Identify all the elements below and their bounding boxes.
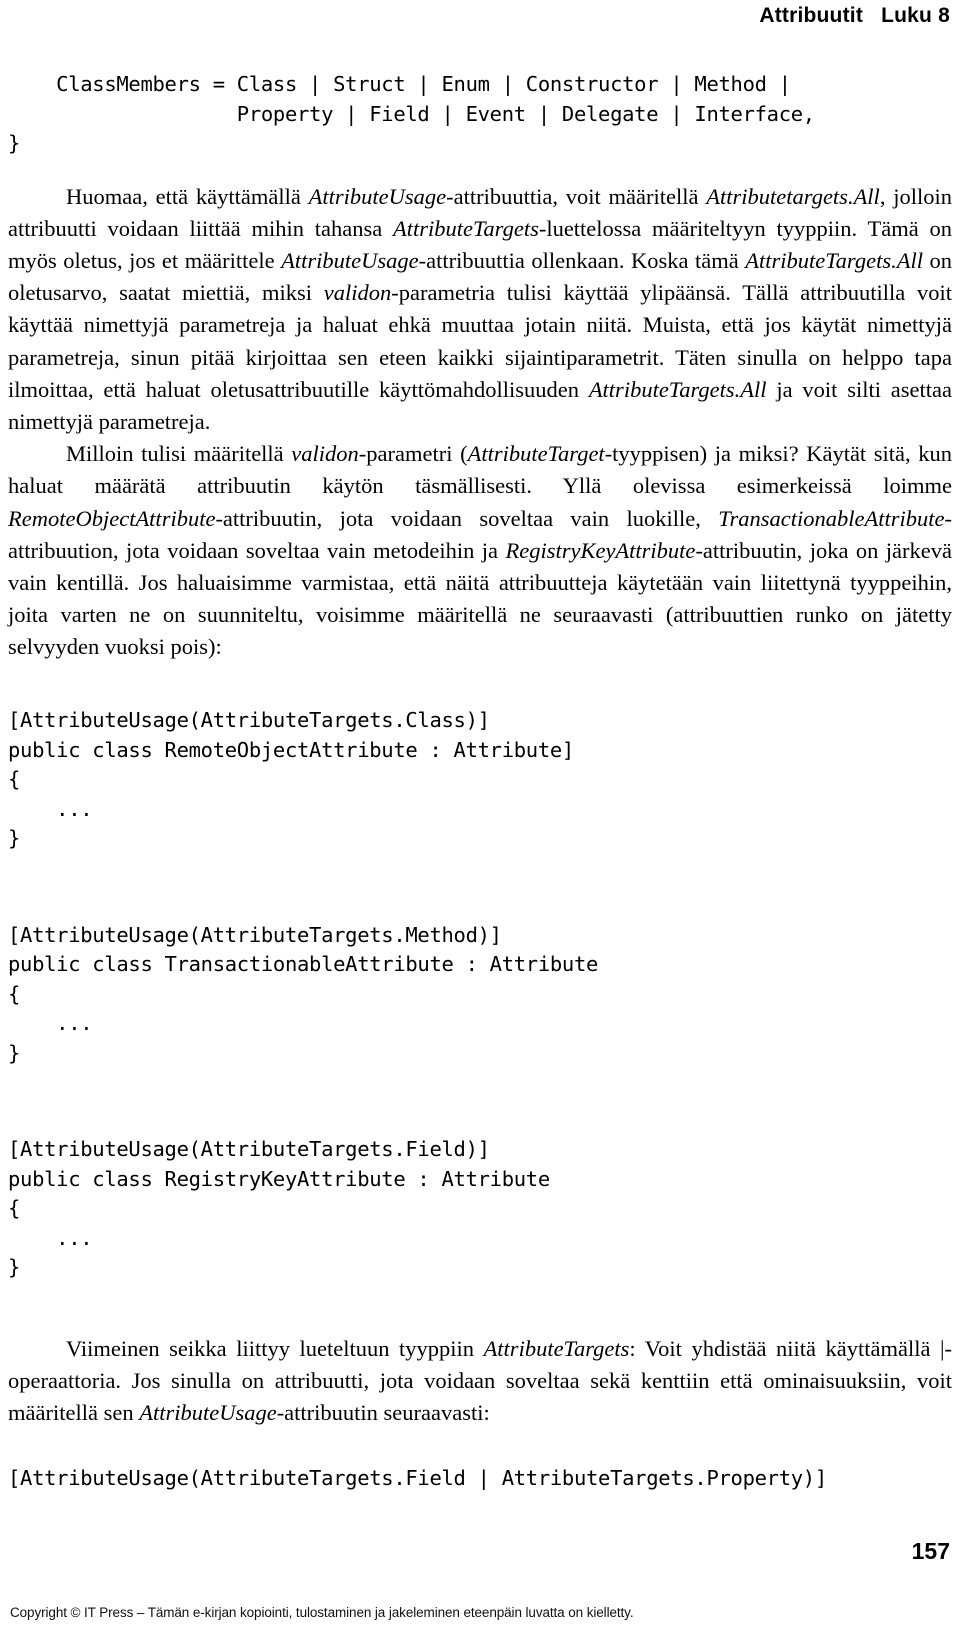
text-run: -attribuuttia ollenkaan. Koska tämä <box>418 247 746 273</box>
text-run: -attribuutin seuraavasti: <box>276 1400 490 1426</box>
emphasis-validon-2: validon <box>291 441 359 467</box>
emphasis-remoteobjectattribute: RemoteObjectAttribute <box>8 505 216 531</box>
code-block-combined-targets: [AttributeUsage(AttributeTargets.Field |… <box>8 1466 827 1491</box>
copyright-footer: Copyright © IT Press – Tämän e-kirjan ko… <box>10 1605 634 1620</box>
emphasis-transactionableattribute: TransactionableAttribute <box>718 505 945 531</box>
emphasis-attributeusage: AttributeUsage <box>308 183 447 209</box>
text-run: -attribuuttia, voit määritellä <box>446 183 707 209</box>
emphasis-validon: validon <box>323 280 392 306</box>
emphasis-attributetargets: AttributeTargets <box>392 215 539 241</box>
paragraph-validon-parameter: Milloin tulisi määritellä validon-parame… <box>8 438 952 663</box>
code-block-transactionableattribute: [AttributeUsage(AttributeTargets.Method)… <box>8 922 599 1065</box>
running-head: Attribuutit Luku 8 <box>759 4 950 27</box>
paragraph-attributeusage-overview: Huomaa, että käyttämällä AttributeUsage-… <box>8 181 952 439</box>
page-content: ClassMembers = Class | Struct | Enum | C… <box>8 70 952 1514</box>
code-block-remoteobjectattribute: [AttributeUsage(AttributeTargets.Class)]… <box>8 708 574 851</box>
emphasis-attributeusage-3: AttributeUsage <box>139 1400 277 1426</box>
text-run: Milloin tulisi määritellä <box>66 441 292 467</box>
emphasis-attributeusage-2: AttributeUsage <box>281 247 419 273</box>
emphasis-attributetargets-3: AttributeTargets <box>483 1336 630 1362</box>
text-run: Viimeinen seikka liittyy lueteltuun tyyp… <box>66 1336 484 1362</box>
code-block-registrykeyattribute: [AttributeUsage(AttributeTargets.Field)]… <box>8 1137 550 1280</box>
text-run: -attribuutin, jota voidaan soveltaa vain… <box>215 505 719 531</box>
emphasis-attributetarget: AttributeTarget <box>467 441 605 467</box>
emphasis-attributetargets-all-3: AttributeTargets.All <box>588 376 767 402</box>
text-run: -parametri ( <box>358 441 468 467</box>
page-number: 157 <box>911 1538 950 1564</box>
document-page: Attribuutit Luku 8 ClassMembers = Class … <box>0 0 960 1641</box>
text-run: Huomaa, että käyttämällä <box>66 183 309 209</box>
code-block-enum-tail: ClassMembers = Class | Struct | Enum | C… <box>8 72 815 155</box>
emphasis-registrykeyattribute: RegistryKeyAttribute <box>505 537 696 563</box>
emphasis-attributetargets-all-2: AttributeTargets.All <box>745 247 923 273</box>
emphasis-attributetargets-all: Attributetargets.All <box>706 183 880 209</box>
paragraph-combining-targets: Viimeinen seikka liittyy lueteltuun tyyp… <box>8 1333 952 1430</box>
